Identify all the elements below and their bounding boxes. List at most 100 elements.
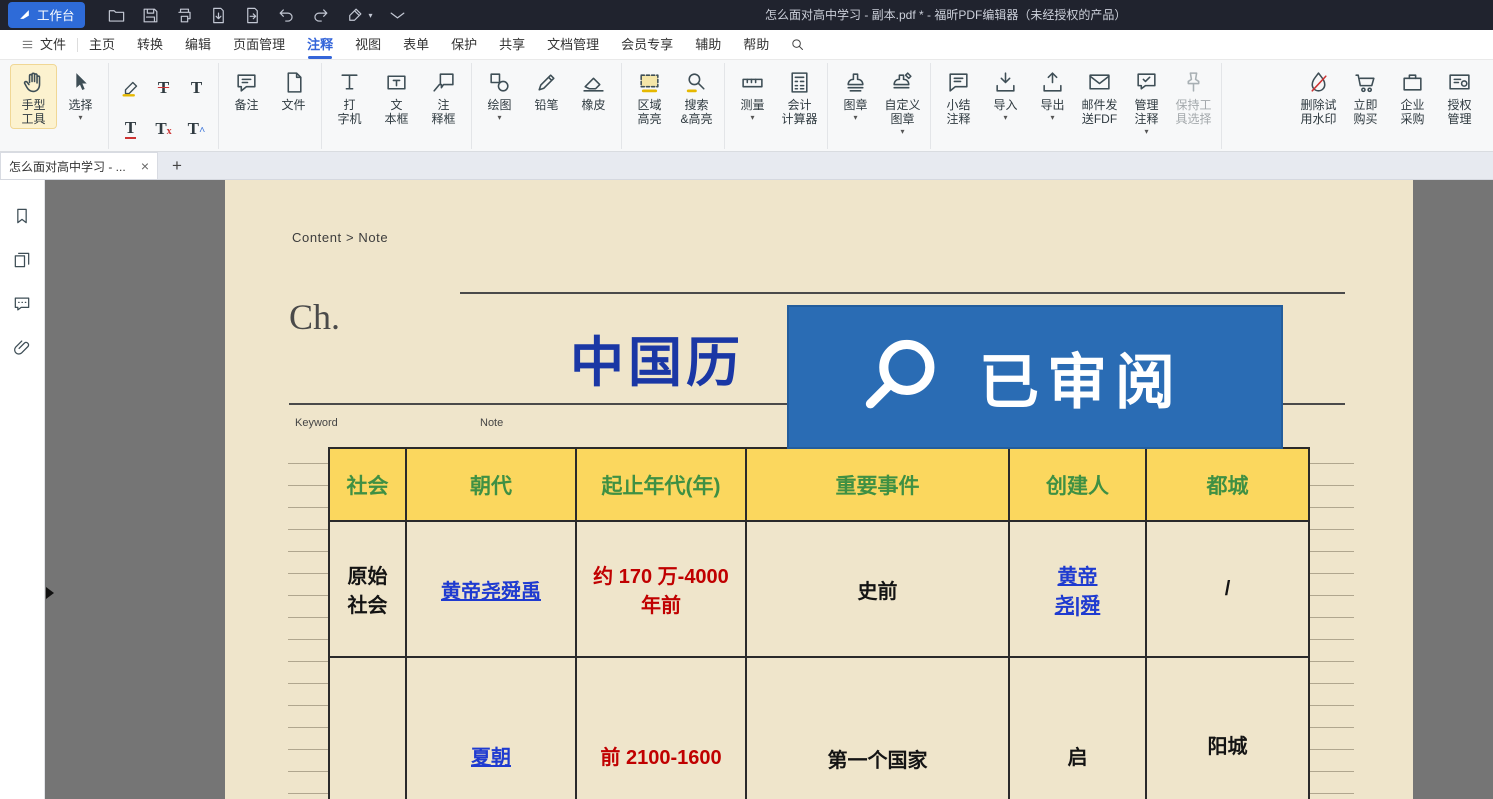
insert-text-button[interactable] xyxy=(182,111,212,147)
save-icon[interactable] xyxy=(141,6,160,25)
enterprise-purchase-button[interactable]: 企业 采购 xyxy=(1390,65,1435,128)
stamp-button[interactable]: 图章 xyxy=(833,65,878,123)
workspace-label: 工作台 xyxy=(37,5,75,24)
hand-icon xyxy=(21,70,46,95)
reviewed-stamp-annotation[interactable]: 已审阅 xyxy=(787,305,1283,449)
note-bubble-icon xyxy=(234,70,259,95)
print-icon[interactable] xyxy=(175,6,194,25)
replace-text-icon xyxy=(155,120,171,137)
menu-file-label: 文件 xyxy=(40,30,66,60)
notebook-rule-top xyxy=(460,292,1345,294)
menu-file[interactable]: 文件 xyxy=(10,30,77,60)
header-years: 起止年代(年) xyxy=(576,448,746,521)
accounting-calculator-button[interactable]: 会计 计算器 xyxy=(777,65,822,128)
page-title: 中国历 xyxy=(570,318,744,397)
dynasty-link[interactable]: 黄帝尧舜禹 xyxy=(441,575,541,604)
ribbon-group-typing: 打 字机 文 本框 注 释框 xyxy=(322,63,472,149)
attachments-panel-icon[interactable] xyxy=(12,338,32,358)
menu-member-exclusive[interactable]: 会员专享 xyxy=(610,30,684,60)
remove-trial-watermark-button[interactable]: 删除试 用水印 xyxy=(1296,65,1341,128)
menu-share[interactable]: 共享 xyxy=(488,30,536,60)
import-comments-button[interactable]: 导入 xyxy=(983,65,1028,123)
chevron-down-icon[interactable]: ▾ xyxy=(369,11,373,20)
highlight-text-button[interactable] xyxy=(116,70,146,106)
menu-convert[interactable]: 转换 xyxy=(126,30,174,60)
email-fdf-button[interactable]: 邮件发 送FDF xyxy=(1077,65,1122,128)
open-folder-icon[interactable] xyxy=(107,6,126,25)
menu-accessibility[interactable]: 辅助 xyxy=(684,30,732,60)
underline-text-button[interactable] xyxy=(116,111,146,147)
tool-label: 搜索 &高亮 xyxy=(680,98,712,126)
dynasty-link[interactable]: 夏朝 xyxy=(471,741,511,770)
menu-page-management[interactable]: 页面管理 xyxy=(222,30,296,60)
select-tool-button[interactable]: 选择 xyxy=(58,65,103,123)
export-page-icon[interactable] xyxy=(209,6,228,25)
chapter-label: Ch. xyxy=(289,296,340,338)
pencil-button[interactable]: 铅笔 xyxy=(524,65,569,114)
eraser-button[interactable]: 橡皮 xyxy=(571,65,616,114)
new-tab-button[interactable] xyxy=(172,153,182,179)
area-highlight-button[interactable]: 区域 高亮 xyxy=(627,65,672,128)
pencil-icon xyxy=(534,70,559,95)
license-card-icon xyxy=(1447,70,1472,95)
measure-button[interactable]: 测量 xyxy=(730,65,775,123)
menu-home[interactable]: 主页 xyxy=(78,30,126,60)
founder-link[interactable]: 黄帝 xyxy=(1058,560,1098,589)
menu-view[interactable]: 视图 xyxy=(344,30,392,60)
hand-tool-button[interactable]: 手型 工具 xyxy=(11,65,56,128)
textbox-button[interactable]: 文 本框 xyxy=(374,65,419,128)
document-tab[interactable]: 怎么面对高中学习 - ... xyxy=(0,152,158,179)
ribbon-group-manage: 小结 注释 导入 导出 邮件发 送FDF 管理 注释 保持工 具选择 xyxy=(931,63,1222,149)
replace-text-button[interactable] xyxy=(149,111,179,147)
menu-search-button[interactable] xyxy=(790,37,805,52)
tool-label: 区域 高亮 xyxy=(637,98,661,126)
typewriter-button[interactable]: 打 字机 xyxy=(327,65,372,128)
redo-icon[interactable] xyxy=(311,6,330,25)
menu-form[interactable]: 表单 xyxy=(392,30,440,60)
summary-comments-button[interactable]: 小结 注释 xyxy=(936,65,981,128)
license-management-button[interactable]: 授权 管理 xyxy=(1437,65,1482,128)
panel-expand-arrow[interactable] xyxy=(46,587,54,599)
chevron-down-icon xyxy=(78,115,82,121)
export-comments-button[interactable]: 导出 xyxy=(1030,65,1075,123)
insert-text-icon xyxy=(188,120,206,137)
close-tab-icon[interactable] xyxy=(141,158,149,174)
chevron-down-icon xyxy=(900,129,904,135)
header-events: 重要事件 xyxy=(746,448,1009,521)
founder-link[interactable]: 尧|舜 xyxy=(1055,589,1101,618)
search-highlight-button[interactable]: 搜索 &高亮 xyxy=(674,65,719,128)
foxit-logo-icon xyxy=(18,8,31,21)
comments-panel-icon[interactable] xyxy=(12,294,32,314)
manage-comments-button[interactable]: 管理 注释 xyxy=(1124,65,1169,137)
header-capital: 都城 xyxy=(1146,448,1309,521)
undo-icon[interactable] xyxy=(277,6,296,25)
bookmarks-panel-icon[interactable] xyxy=(12,206,32,226)
pages-panel-icon[interactable] xyxy=(12,250,32,270)
plain-text-markup-button[interactable] xyxy=(182,70,212,106)
quick-tool-icon[interactable] xyxy=(345,6,364,25)
drawing-button[interactable]: 绘图 xyxy=(477,65,522,123)
buy-now-button[interactable]: 立即 购买 xyxy=(1343,65,1388,128)
search-highlight-icon xyxy=(684,70,709,95)
menu-comment[interactable]: 注释 xyxy=(296,30,344,60)
export-icon xyxy=(1040,70,1065,95)
menu-edit[interactable]: 编辑 xyxy=(174,30,222,60)
note-button[interactable]: 备注 xyxy=(224,65,269,114)
extract-page-icon[interactable] xyxy=(243,6,262,25)
tool-label: 删除试 用水印 xyxy=(1300,98,1336,126)
menu-document-management[interactable]: 文档管理 xyxy=(536,30,610,60)
file-attachment-button[interactable]: 文件 xyxy=(271,65,316,114)
tool-label: 立即 购买 xyxy=(1353,98,1377,126)
hamburger-icon xyxy=(21,38,34,51)
custom-stamp-button[interactable]: 自定义 图章 xyxy=(880,65,925,137)
menu-help[interactable]: 帮助 xyxy=(732,30,780,60)
customize-toolbar-chevron-icon[interactable] xyxy=(388,6,407,25)
tool-label: 管理 注释 xyxy=(1134,98,1158,126)
strikeout-text-button[interactable] xyxy=(149,70,179,106)
callout-button[interactable]: 注 释框 xyxy=(421,65,466,128)
tool-label: 橡皮 xyxy=(581,98,605,112)
workspace-button[interactable]: 工作台 xyxy=(8,2,85,28)
ribbon-group-highlight: 区域 高亮 搜索 &高亮 xyxy=(622,63,725,149)
ribbon-toolbar: 手型 工具 选择 备注 文件 xyxy=(0,60,1493,152)
menu-protect[interactable]: 保护 xyxy=(440,30,488,60)
